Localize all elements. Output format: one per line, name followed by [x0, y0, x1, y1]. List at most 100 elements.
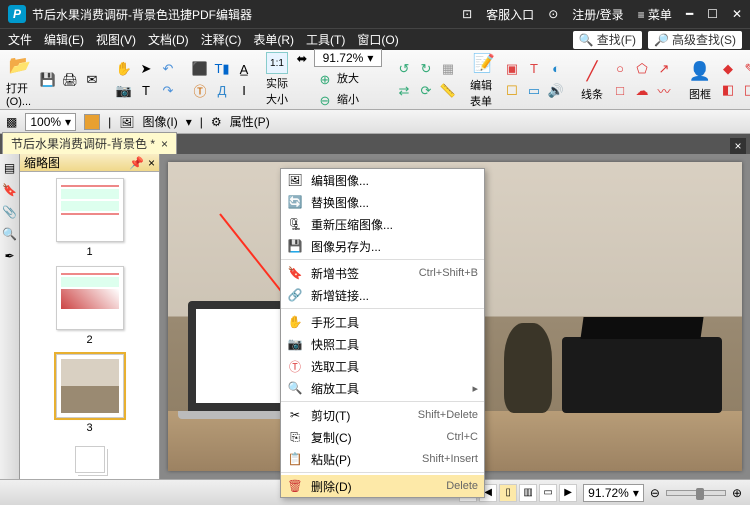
ctx-cut[interactable]: ✂剪切(T)Shift+Delete — [281, 404, 484, 426]
ctx-recompress[interactable]: 🗜重新压缩图像... — [281, 213, 484, 235]
zoom-value[interactable]: 91.72% — [323, 51, 364, 65]
ctx-select[interactable]: Ⓣ选取工具 — [281, 355, 484, 377]
snapshot-icon[interactable]: 📷 — [114, 81, 134, 101]
zoom-slider[interactable] — [666, 490, 726, 496]
redo-icon[interactable]: ↷ — [158, 81, 178, 101]
zoomout-icon[interactable]: ⊖ — [315, 91, 335, 111]
print-icon[interactable]: 🖨 — [60, 70, 80, 90]
color-swatch[interactable] — [84, 114, 100, 130]
rotate-l-icon[interactable]: ↺ — [394, 59, 414, 79]
menu-view[interactable]: 视图(V) — [96, 31, 136, 48]
find-button[interactable]: 🔍查找(F) — [573, 31, 642, 49]
hand-icon[interactable]: ✋ — [114, 59, 134, 79]
tool-f[interactable]: I — [234, 80, 254, 100]
tool-c[interactable]: A̲ — [234, 59, 254, 79]
menu-window[interactable]: 窗口(O) — [357, 31, 398, 48]
ctx-replace-image[interactable]: 🔄替换图像... — [281, 191, 484, 213]
document-tab[interactable]: 节后水果消费调研-背景色 *× — [2, 132, 177, 154]
ctx-bookmark[interactable]: 🔖新增书签Ctrl+Shift+B — [281, 262, 484, 284]
zoomout-icon[interactable]: ⊖ — [650, 486, 660, 500]
ctx-delete[interactable]: 🗑删除(D)Delete — [281, 475, 484, 497]
nav-facing-icon[interactable]: ▭ — [539, 484, 557, 502]
save-icon[interactable]: 💾 — [38, 70, 58, 90]
editform-button[interactable]: 📝编辑表单 — [470, 51, 498, 109]
shape-1[interactable]: ○ — [610, 59, 630, 79]
user-icon[interactable]: ⊙ — [548, 7, 558, 21]
line-button[interactable]: ╱线条 — [578, 51, 606, 109]
chevron-down-icon[interactable]: ▾ — [367, 51, 373, 65]
menu-tool[interactable]: 工具(T) — [306, 31, 345, 48]
shape-4[interactable]: □ — [610, 81, 630, 101]
tool-a[interactable]: ⬛ — [190, 59, 210, 79]
grid-icon[interactable]: ▦ — [438, 59, 458, 79]
minimize-button[interactable]: ━ — [686, 7, 693, 21]
tabs-close-button[interactable]: × — [730, 138, 746, 154]
ctx-snapshot[interactable]: 📷快照工具 — [281, 333, 484, 355]
menu-file[interactable]: 文件 — [8, 31, 32, 48]
side-sign-icon[interactable]: ✒ — [2, 248, 18, 264]
menu-edit[interactable]: 编辑(E) — [44, 31, 84, 48]
menu-comment[interactable]: 注释(C) — [201, 31, 242, 48]
select-icon[interactable]: ➤ — [136, 59, 156, 79]
shape-5[interactable]: ☁ — [632, 81, 652, 101]
tool-d[interactable]: Ⓣ — [190, 80, 210, 100]
stamp-1[interactable]: ◆ — [718, 59, 738, 79]
status-zoom[interactable]: 91.72%▾ — [583, 484, 644, 502]
close-button[interactable]: ✕ — [732, 7, 742, 21]
edit-t3[interactable]: ◐ — [546, 59, 566, 79]
edit-t2[interactable]: T — [524, 59, 544, 79]
thumbnail-page[interactable] — [56, 266, 124, 330]
ruler-icon[interactable]: 📏 — [438, 81, 458, 101]
ctx-link[interactable]: 🔗新增链接... — [281, 284, 484, 306]
prop-icon[interactable]: ⚙ — [211, 115, 222, 129]
ctx-copy[interactable]: ⎘复制(C)Ctrl+C — [281, 426, 484, 448]
side-bookmark-icon[interactable]: 🔖 — [2, 182, 18, 198]
panel-close-icon[interactable]: × — [148, 156, 155, 170]
side-attach-icon[interactable]: 📎 — [2, 204, 18, 220]
side-thumbs-ict[interactable]: ▤ — [2, 160, 18, 176]
tab-close-icon[interactable]: × — [161, 137, 168, 151]
realsize-button[interactable]: 1:1实际大小 — [266, 51, 288, 109]
ctx-zoom[interactable]: 🔍缩放工具▸ — [281, 377, 484, 399]
ctx-hand[interactable]: ✋手形工具 — [281, 311, 484, 333]
nav-single-icon[interactable]: ▯ — [499, 484, 517, 502]
edit-t5[interactable]: ▭ — [524, 81, 544, 101]
support-label[interactable]: 客服入口 — [486, 6, 534, 23]
thumbnail-page[interactable] — [56, 354, 124, 418]
ctx-edit-image[interactable]: 🖼编辑图像... — [281, 169, 484, 191]
thumbnail-page[interactable] — [56, 178, 124, 242]
adv-find-button[interactable]: 🔎高级查找(S) — [648, 31, 742, 49]
stamp-2[interactable]: ✎ — [740, 59, 750, 79]
tool-b[interactable]: T▮ — [212, 59, 232, 79]
zoomin-icon[interactable]: ⊕ — [732, 486, 742, 500]
login-label[interactable]: 注册/登录 — [572, 6, 623, 23]
image-button[interactable]: 👤图框 — [686, 51, 714, 109]
shape-6[interactable]: 〰 — [654, 81, 674, 101]
edit-t4[interactable]: ☐ — [502, 81, 522, 101]
edit-t6[interactable]: 🔊 — [546, 81, 566, 101]
nav-cont-icon[interactable]: ▥ — [519, 484, 537, 502]
shape-3[interactable]: ↗ — [654, 59, 674, 79]
undo-icon[interactable]: ↶ — [158, 59, 178, 79]
ctx-paste[interactable]: 📋粘贴(P)Shift+Insert — [281, 448, 484, 470]
menu-button[interactable]: ≡ 菜单 — [638, 6, 672, 23]
fit-width-icon[interactable]: ⬌ — [292, 49, 312, 69]
image-tool-icon[interactable]: 🖼 — [119, 115, 134, 129]
support-icon[interactable]: ⊡ — [462, 7, 472, 21]
ctx-saveas[interactable]: 💾图像另存为... — [281, 235, 484, 257]
flip-icon[interactable]: ⇄ — [394, 81, 414, 101]
tool-e[interactable]: Д — [212, 80, 232, 100]
refresh-icon[interactable]: ⟳ — [416, 81, 436, 101]
mail-icon[interactable]: ✉ — [82, 70, 102, 90]
menu-form[interactable]: 表单(R) — [253, 31, 294, 48]
prop-label[interactable]: 属性(P) — [230, 113, 270, 130]
nav-next-icon[interactable]: ▶ — [559, 484, 577, 502]
stamp-3[interactable]: ◧ — [718, 80, 738, 100]
zoom-select[interactable]: 100%▾ — [25, 113, 76, 131]
text-icon[interactable]: T — [136, 81, 156, 101]
zoomin-icon[interactable]: ⊕ — [315, 70, 335, 90]
pattern-icon[interactable]: ▩ — [6, 115, 17, 129]
open-button[interactable]: 📂打开(O)... — [6, 51, 34, 109]
pin-icon[interactable]: 📌 — [129, 156, 144, 170]
chevron-down-icon[interactable]: ▾ — [186, 115, 192, 129]
